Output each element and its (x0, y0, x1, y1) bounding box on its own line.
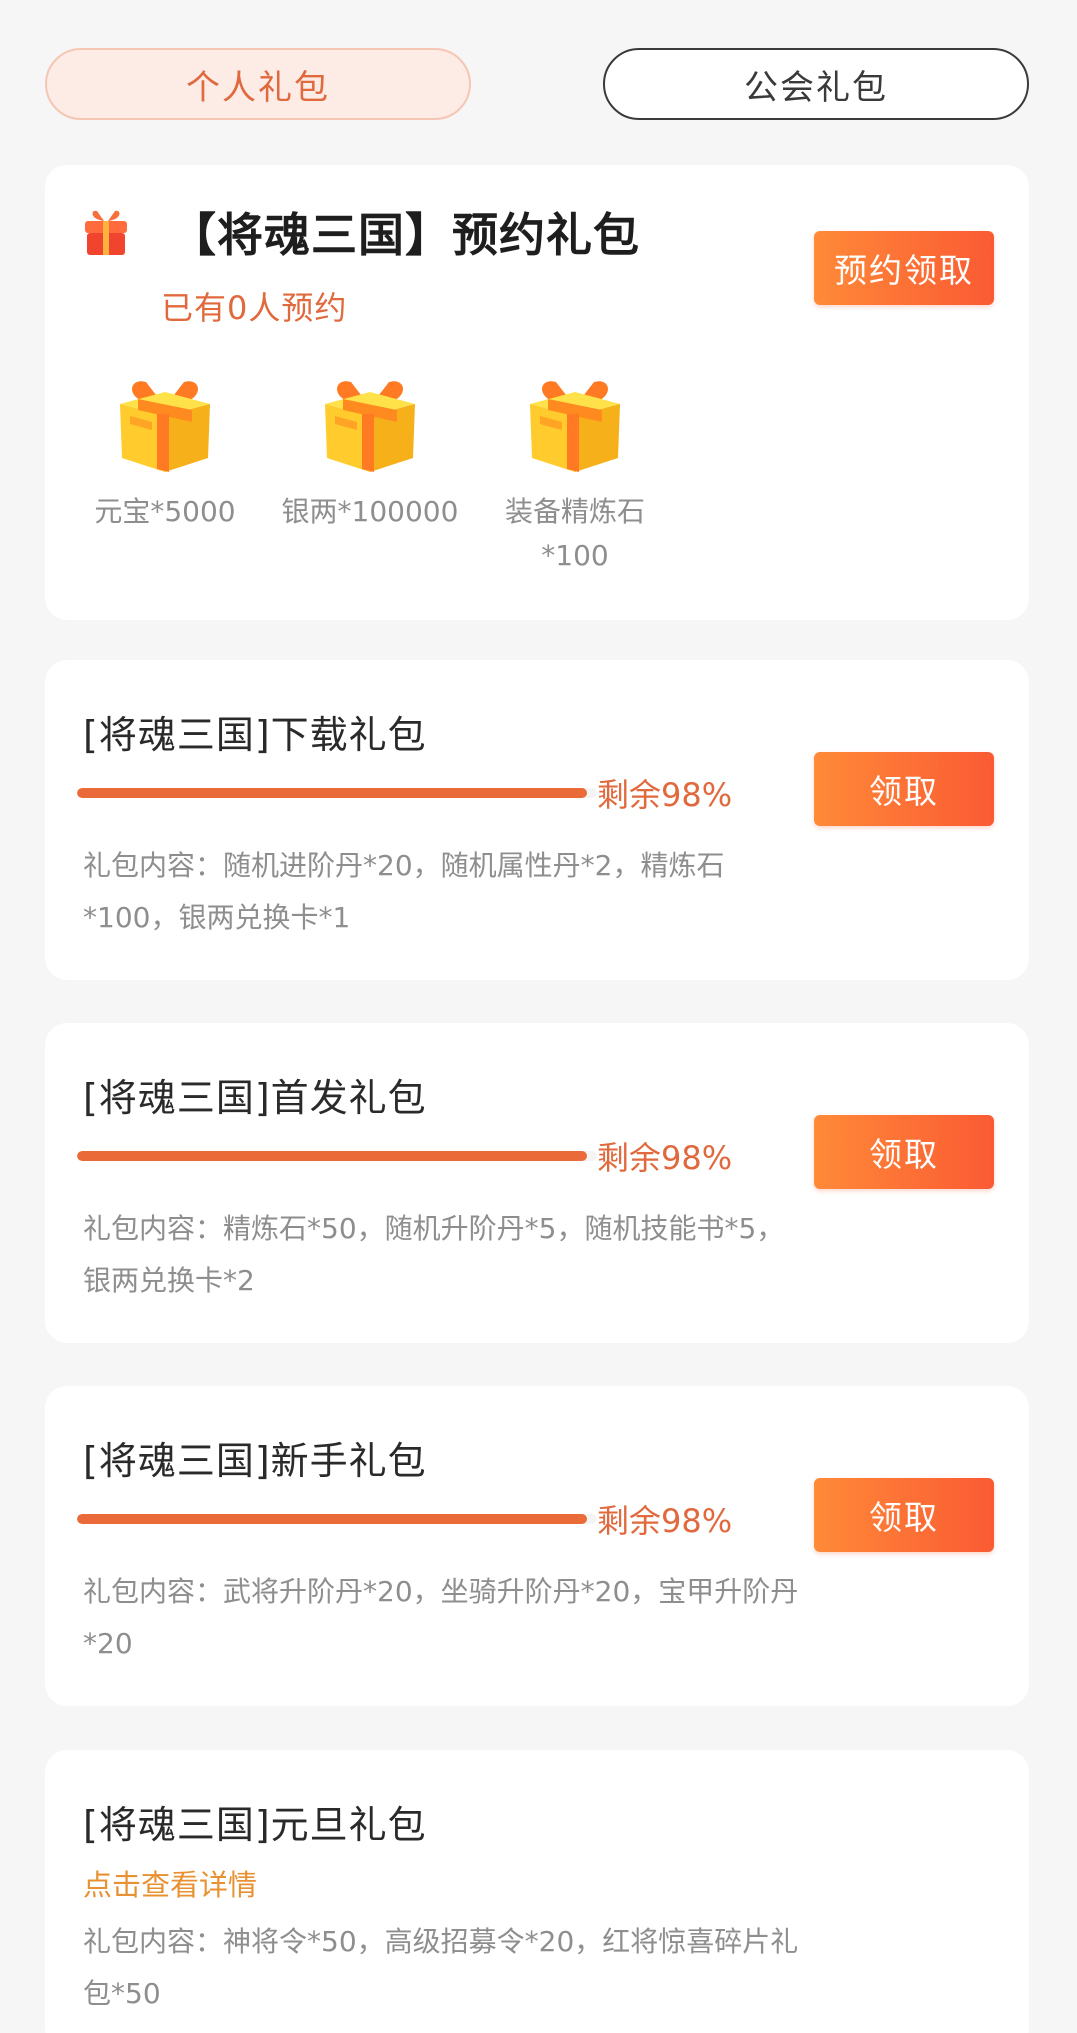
gift-pack-content: 礼包内容：精炼石*50，随机升阶丹*5，随机技能书*5，银两兑换卡*2 (83, 1212, 785, 1297)
gift-icon (325, 381, 415, 472)
gift-pack-content: 礼包内容：神将令*50，高级招募令*20，红将惊喜碎片礼包*50 (83, 1925, 799, 2010)
gift-pack-title: [将魂三国]新手礼包 (83, 1439, 427, 1483)
gift-page: 个人礼包 公会礼包 【将魂三国】预约礼包 已有0人预约 预约领取 元宝*5000… (0, 0, 1077, 2033)
remaining-progress-fill (77, 1151, 587, 1161)
remaining-progress-bar (77, 1151, 597, 1161)
reward-label: 银两*100000 (281, 495, 459, 528)
reserve-claim-button[interactable]: 预约领取 (814, 231, 994, 305)
remaining-percent: 剩余98% (597, 1139, 733, 1177)
remaining-percent: 剩余98% (597, 1502, 733, 1540)
tab-guild-gift[interactable]: 公会礼包 (603, 48, 1029, 120)
reserve-gift-card: 【将魂三国】预约礼包 已有0人预约 预约领取 元宝*5000 银两*100000… (45, 165, 1029, 620)
reward-item: 元宝*5000 (65, 370, 265, 534)
claim-button[interactable]: 领取 (814, 1478, 994, 1552)
reward-label: 装备精炼石*100 (504, 495, 645, 572)
gift-pack-card: [将魂三国]下载礼包 剩余98% 领取 礼包内容：随机进阶丹*20，随机属性丹*… (45, 660, 1029, 980)
remaining-progress-fill (77, 788, 587, 798)
gift-pack-content: 礼包内容：武将升阶丹*20，坐骑升阶丹*20，宝甲升阶丹*20 (83, 1575, 799, 1660)
reserve-count: 已有0人预约 (161, 289, 348, 327)
gift-pack-content: 礼包内容：随机进阶丹*20，随机属性丹*2，精炼石*100，银两兑换卡*1 (83, 849, 725, 934)
remaining-progress-fill (77, 1514, 587, 1524)
reward-item: 银两*100000 (270, 370, 470, 534)
gift-pack-title: [将魂三国]首发礼包 (83, 1076, 427, 1120)
claim-button[interactable]: 领取 (814, 1115, 994, 1189)
gift-pack-card: [将魂三国]新手礼包 剩余98% 领取 礼包内容：武将升阶丹*20，坐骑升阶丹*… (45, 1386, 1029, 1706)
gift-box-icon (85, 210, 127, 255)
gift-icon (120, 381, 210, 472)
claim-button[interactable]: 领取 (814, 752, 994, 826)
remaining-progress-bar (77, 788, 597, 798)
reward-item: 装备精炼石*100 (475, 370, 675, 578)
reserve-gift-title: 【将魂三国】预约礼包 (170, 208, 640, 262)
gift-pack-card: [将魂三国]元旦礼包 点击查看详情 礼包内容：神将令*50，高级招募令*20，红… (45, 1750, 1029, 2033)
reward-label: 元宝*5000 (94, 495, 236, 528)
tab-personal-gift[interactable]: 个人礼包 (45, 48, 471, 120)
remaining-progress-bar (77, 1514, 597, 1524)
view-details-link[interactable]: 点击查看详情 (83, 1862, 257, 1904)
remaining-percent: 剩余98% (597, 776, 733, 814)
gift-pack-title: [将魂三国]下载礼包 (83, 713, 427, 757)
gift-pack-title: [将魂三国]元旦礼包 (83, 1803, 427, 1847)
gift-pack-card: [将魂三国]首发礼包 剩余98% 领取 礼包内容：精炼石*50，随机升阶丹*5，… (45, 1023, 1029, 1343)
gift-icon (530, 381, 620, 472)
